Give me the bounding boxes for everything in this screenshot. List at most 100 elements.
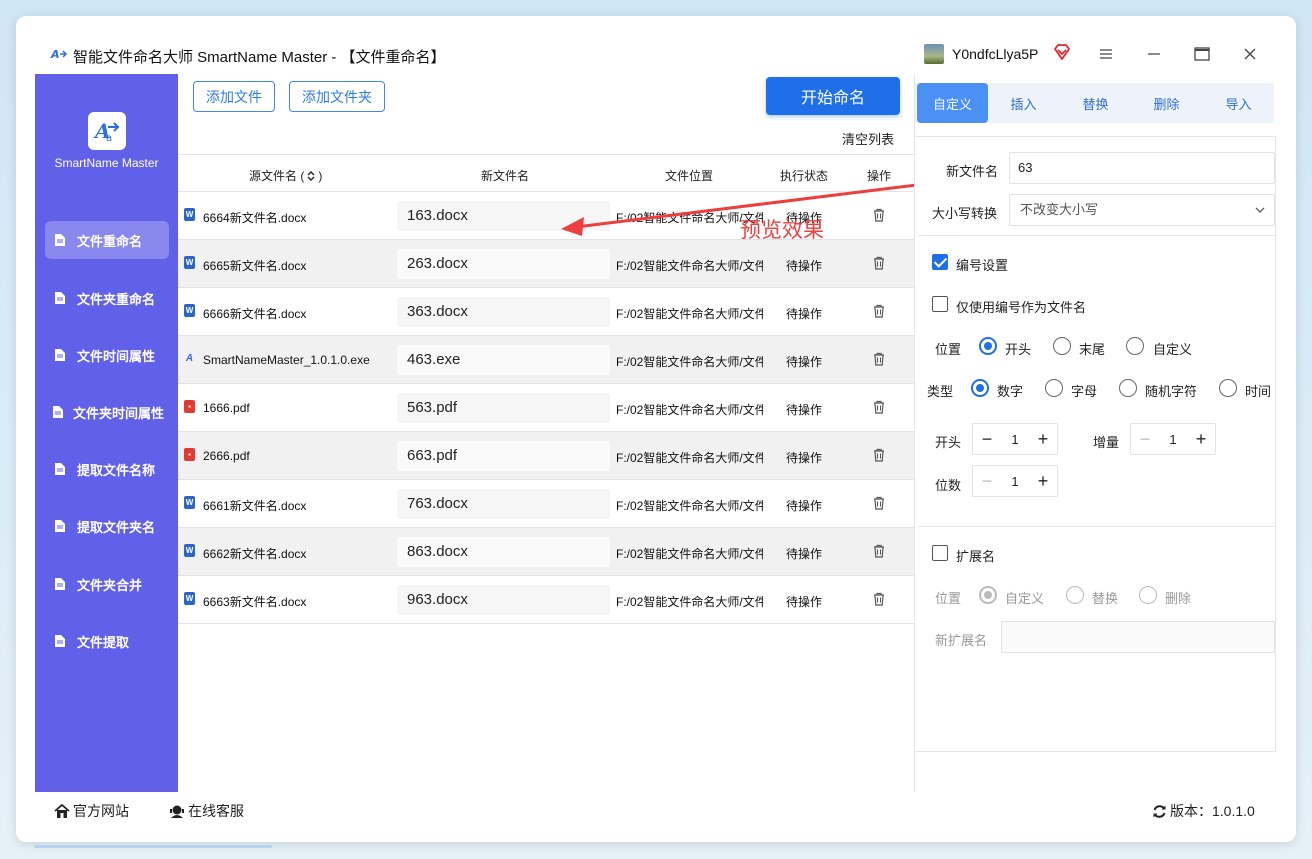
increment-value[interactable]: 1 [1159, 432, 1187, 447]
ext-delete-radio[interactable] [1139, 586, 1157, 604]
minus-icon[interactable]: − [973, 466, 1001, 496]
sidebar-item-extract-foldername[interactable]: 提取文件夹名 [45, 507, 169, 545]
status-bar: 官方网站 在线客服 版本：1.0.1.0 [35, 792, 1296, 826]
table-row[interactable]: W 6662新文件名.docx 863.docx F:/02智能文件命名大师/文件重命… [178, 528, 914, 576]
digits-stepper[interactable]: − 1 + [972, 465, 1058, 497]
ext-custom-radio[interactable] [979, 586, 997, 604]
start-value[interactable]: 1 [1001, 432, 1029, 447]
sidebar: Aa SmartName Master 文件重命名 文件夹重命名 文件时间属性 … [35, 74, 178, 792]
trash-icon[interactable] [872, 304, 886, 318]
sidebar-item-folder-rename[interactable]: 文件夹重命名 [45, 279, 169, 317]
trash-icon[interactable] [872, 448, 886, 462]
only-number-checkbox[interactable] [932, 296, 948, 312]
position-end-radio[interactable] [1053, 337, 1071, 355]
new-ext-label: 新扩展名 [935, 633, 988, 648]
type-number-radio[interactable] [971, 379, 989, 397]
plus-icon[interactable]: + [1029, 424, 1057, 454]
minus-icon[interactable]: − [1131, 424, 1159, 454]
case-select-value: 不改变大小写 [1020, 202, 1099, 217]
add-folder-button[interactable]: 添加文件夹 [289, 81, 385, 112]
table-row[interactable]: W 6661新文件名.docx 763.docx F:/02智能文件命名大师/文件重命… [178, 480, 914, 528]
user-avatar[interactable] [924, 44, 944, 64]
trash-icon[interactable] [872, 544, 886, 558]
tab-insert[interactable]: 插入 [988, 83, 1059, 123]
type-time-radio[interactable] [1219, 379, 1237, 397]
sort-icon[interactable] [306, 171, 316, 181]
version-info[interactable]: 版本：1.0.1.0 [1152, 801, 1255, 821]
type-random-radio[interactable] [1119, 379, 1137, 397]
sidebar-item-extract-filename[interactable]: 提取文件名称 [45, 450, 169, 488]
position-start-radio[interactable] [979, 337, 997, 355]
tab-delete[interactable]: 删除 [1131, 83, 1202, 123]
digits-value[interactable]: 1 [1001, 474, 1029, 489]
ext-custom-label: 自定义 [1005, 591, 1045, 606]
sidebar-item-folder-merge[interactable]: 文件夹合并 [45, 565, 169, 603]
document-icon [55, 635, 65, 647]
new-filename-preview: 663.pdf [397, 441, 610, 471]
menu-icon[interactable] [1096, 44, 1116, 64]
trash-icon[interactable] [872, 256, 886, 270]
minus-icon[interactable]: − [973, 424, 1001, 454]
type-label: 类型 [927, 384, 954, 399]
table-row[interactable]: W 6666新文件名.docx 363.docx F:/02智能文件命名大师/文件重命… [178, 288, 914, 336]
sidebar-item-label: 提取文件夹名 [77, 519, 156, 535]
plus-icon[interactable]: + [1187, 424, 1215, 454]
execution-status: 待操作 [786, 307, 823, 321]
new-ext-input[interactable] [1001, 621, 1275, 653]
table-row[interactable]: W 6663新文件名.docx 963.docx F:/02智能文件命名大师/文件重命… [178, 576, 914, 624]
website-link[interactable]: 官方网站 [54, 801, 129, 821]
app-logo-icon: A [50, 45, 68, 63]
table-row[interactable]: ▪ 2666.pdf 663.pdf F:/02智能文件命名大师/文件重命名 待操作 [178, 432, 914, 480]
minimize-icon[interactable] [1144, 44, 1164, 64]
sidebar-item-label: 文件提取 [77, 634, 130, 650]
numbering-label: 编号设置 [956, 258, 1009, 273]
close-icon[interactable] [1240, 44, 1260, 64]
document-icon [55, 292, 65, 304]
execution-status: 待操作 [786, 355, 823, 369]
tab-replace[interactable]: 替换 [1060, 83, 1131, 123]
table-row[interactable]: W 6665新文件名.docx 263.docx F:/02智能文件命名大师/文件重命… [178, 240, 914, 288]
column-source[interactable]: 源文件名 () [249, 167, 322, 184]
table-row[interactable]: ▪ 1666.pdf 563.pdf F:/02智能文件命名大师/文件重命名 待操作 [178, 384, 914, 432]
plus-icon[interactable]: + [1029, 466, 1057, 496]
sidebar-item-label: 文件时间属性 [77, 348, 156, 364]
extension-label: 扩展名 [956, 549, 996, 564]
trash-icon[interactable] [872, 400, 886, 414]
sidebar-item-file-rename[interactable]: 文件重命名 [45, 221, 169, 259]
add-file-button[interactable]: 添加文件 [193, 81, 275, 112]
trash-icon[interactable] [872, 592, 886, 606]
tab-import[interactable]: 导入 [1203, 83, 1274, 123]
start-stepper[interactable]: − 1 + [972, 423, 1058, 455]
position-custom-radio[interactable] [1126, 337, 1144, 355]
case-select[interactable]: 不改变大小写 [1009, 194, 1275, 226]
source-filename: 6665新文件名.docx [203, 259, 307, 273]
table-row[interactable]: A SmartNameMaster_1.0.1.0.exe 463.exe F:/02… [178, 336, 914, 384]
pdf-file-icon: ▪ [184, 448, 195, 461]
support-link[interactable]: 在线客服 [169, 801, 244, 821]
clear-list-link[interactable]: 清空列表 [842, 129, 894, 148]
start-rename-button[interactable]: 开始命名 [766, 77, 900, 115]
headset-icon [170, 805, 184, 818]
sidebar-item-label: 文件夹重命名 [77, 291, 156, 307]
vip-diamond-icon[interactable] [1053, 43, 1071, 61]
numbering-checkbox[interactable] [932, 254, 948, 270]
source-filename: SmartNameMaster_1.0.1.0.exe [203, 353, 370, 367]
extension-checkbox[interactable] [932, 545, 948, 561]
app-window: A 智能文件命名大师 SmartName Master - 【文件重命名】 Y0… [16, 16, 1296, 842]
sidebar-item-label: 提取文件名称 [77, 462, 156, 478]
maximize-icon[interactable] [1192, 44, 1212, 64]
trash-icon[interactable] [872, 496, 886, 510]
tab-custom[interactable]: 自定义 [917, 83, 988, 123]
new-name-input[interactable]: 63 [1009, 152, 1275, 184]
ext-replace-radio[interactable] [1066, 586, 1084, 604]
settings-body: 新文件名 63 大小写转换 不改变大小写 编号设置 仅使用编号作为文件名 位置 … [915, 136, 1276, 752]
increment-stepper[interactable]: − 1 + [1130, 423, 1216, 455]
type-letter-radio[interactable] [1045, 379, 1063, 397]
trash-icon[interactable] [872, 352, 886, 366]
type-random-label: 随机字符 [1145, 384, 1198, 399]
title-bar: A 智能文件命名大师 SmartName Master - 【文件重命名】 Y0… [16, 16, 1296, 74]
sidebar-item-file-time[interactable]: 文件时间属性 [45, 336, 169, 374]
user-name[interactable]: Y0ndfcLlya5P [952, 46, 1038, 62]
sidebar-item-folder-time[interactable]: 文件夹时间属性 [45, 393, 169, 431]
sidebar-item-file-extract[interactable]: 文件提取 [45, 622, 169, 660]
